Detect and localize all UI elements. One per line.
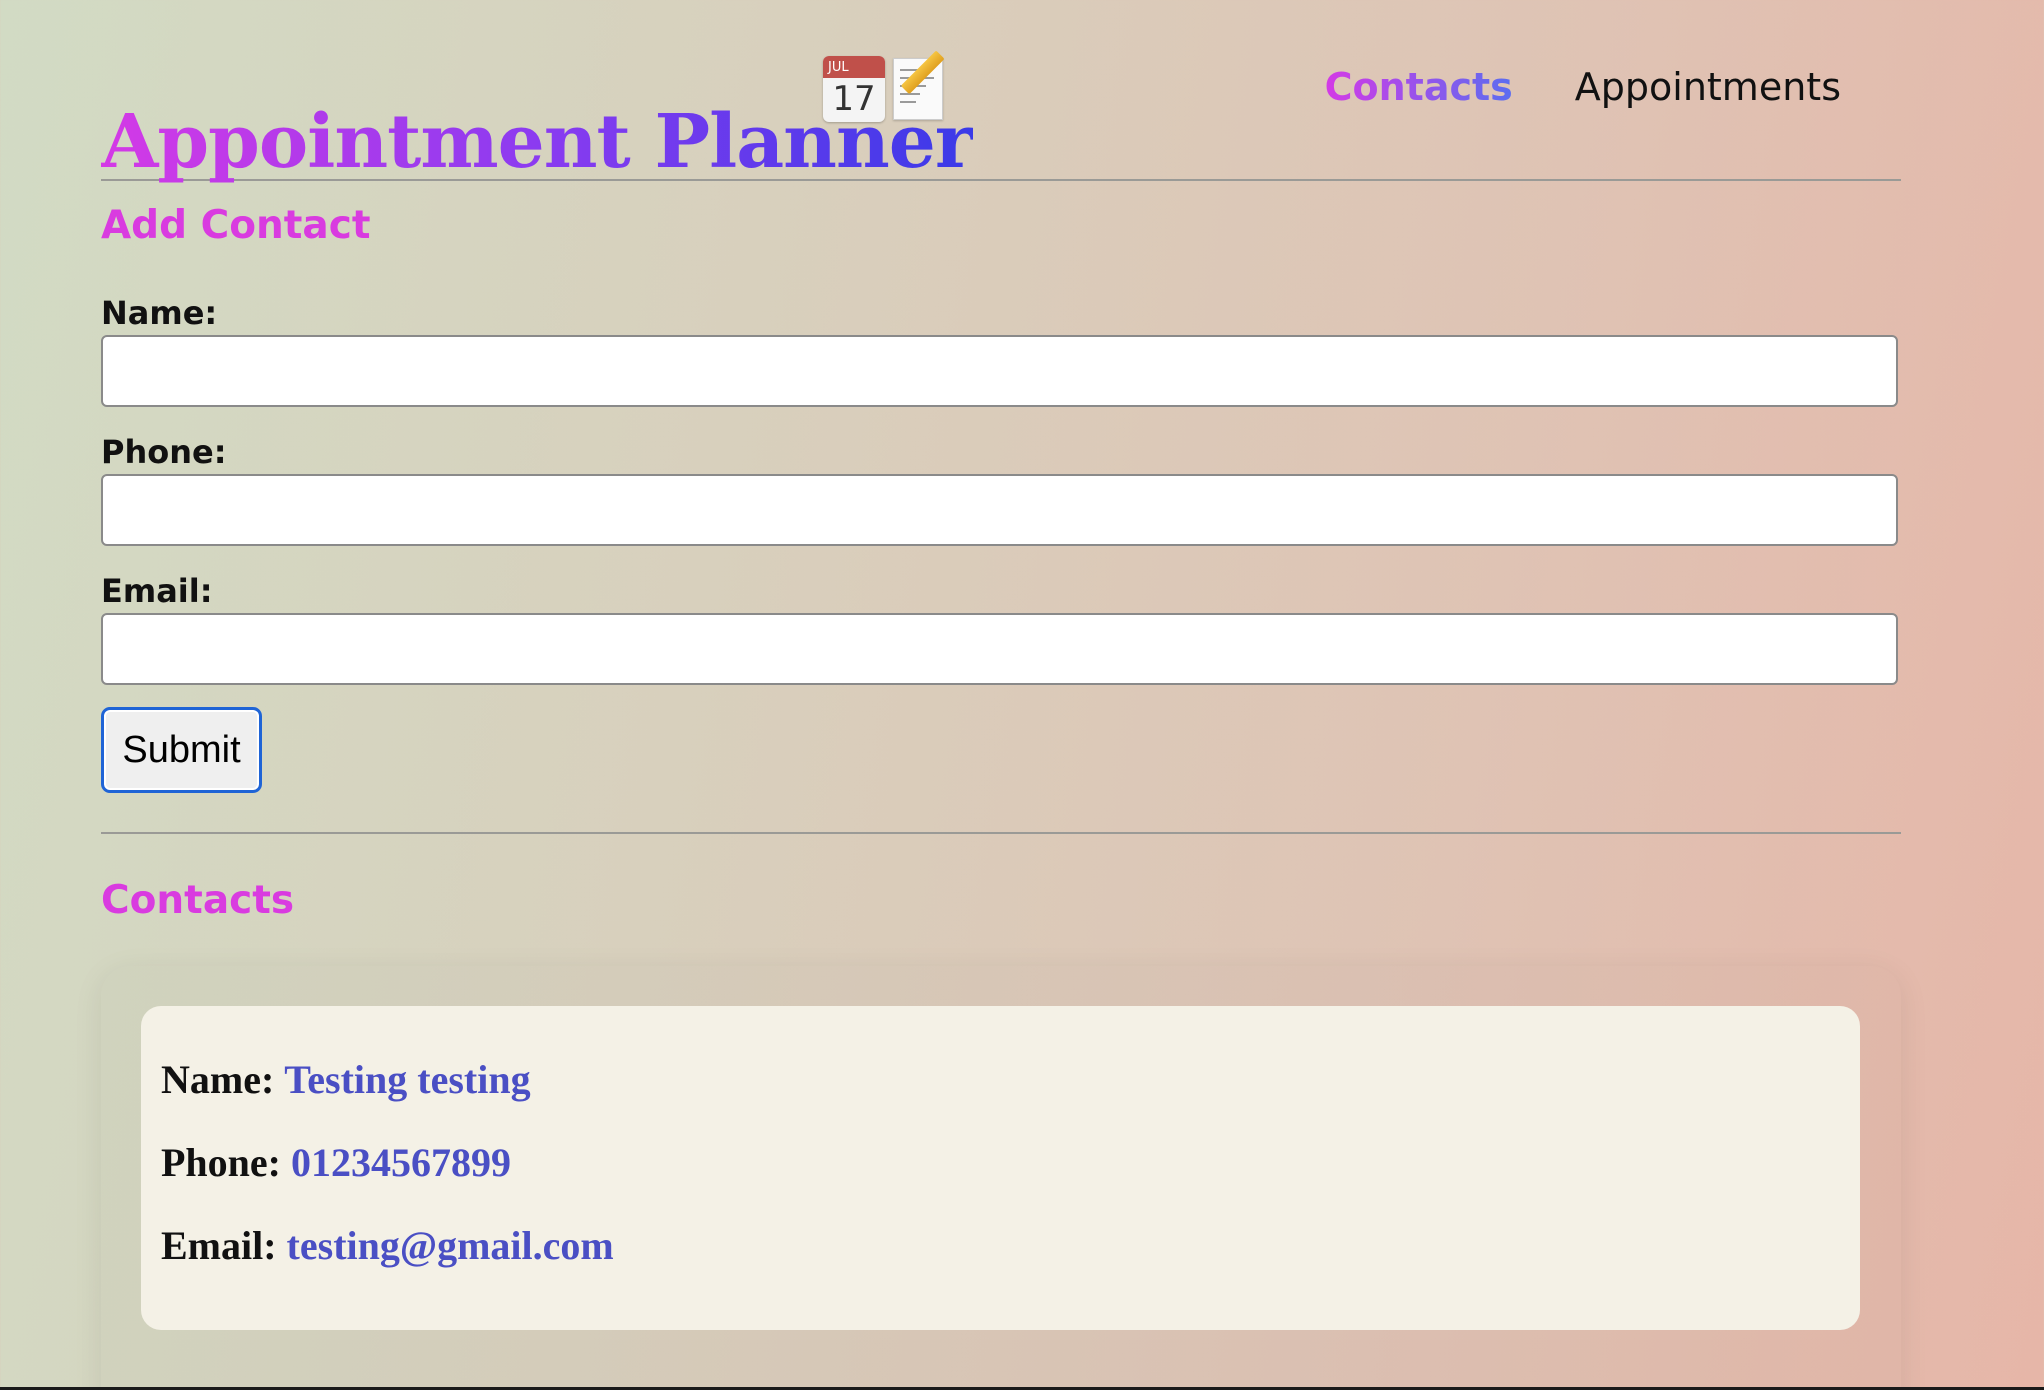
contacts-title: Contacts [101, 878, 295, 923]
section-divider [101, 832, 1901, 834]
phone-input[interactable] [101, 474, 1898, 546]
submit-button[interactable]: Submit [101, 707, 262, 793]
contact-phone-label: Phone: [161, 1140, 281, 1185]
memo-icon [889, 50, 947, 122]
contact-name-row: Name: Testing testing [161, 1056, 531, 1103]
phone-label: Phone: [101, 433, 227, 471]
contact-name-label: Name: [161, 1057, 275, 1102]
contact-email-row: Email: testing@gmail.com [161, 1222, 614, 1269]
contact-phone-row: Phone: 01234567899 [161, 1139, 511, 1186]
contact-phone-value: 01234567899 [291, 1140, 511, 1185]
app-header: Appointment Planner JUL 17 Contacts Appo… [101, 0, 1901, 185]
name-label: Name: [101, 294, 218, 332]
name-input[interactable] [101, 335, 1898, 407]
add-contact-title: Add Contact [101, 203, 371, 248]
contact-card: Name: Testing testing Phone: 01234567899… [141, 1006, 1860, 1330]
page-container: Appointment Planner JUL 17 Contacts Appo… [101, 0, 1901, 1330]
calendar-day: 17 [832, 79, 876, 119]
email-input[interactable] [101, 613, 1898, 685]
contact-email-label: Email: [161, 1223, 277, 1268]
contact-list: Name: Testing testing Phone: 01234567899… [101, 966, 1901, 1390]
title-icons: JUL 17 [823, 50, 947, 122]
calendar-icon: JUL 17 [823, 56, 885, 122]
contact-email-value: testing@gmail.com [286, 1223, 614, 1268]
memo-line [900, 101, 916, 103]
calendar-month: JUL [823, 56, 885, 78]
nav-link-appointments[interactable]: Appointments [1575, 62, 1841, 112]
main-nav: Contacts Appointments [1325, 62, 1841, 112]
contact-name-value: Testing testing [284, 1057, 531, 1102]
email-label: Email: [101, 572, 213, 610]
nav-link-contacts[interactable]: Contacts [1325, 62, 1513, 112]
